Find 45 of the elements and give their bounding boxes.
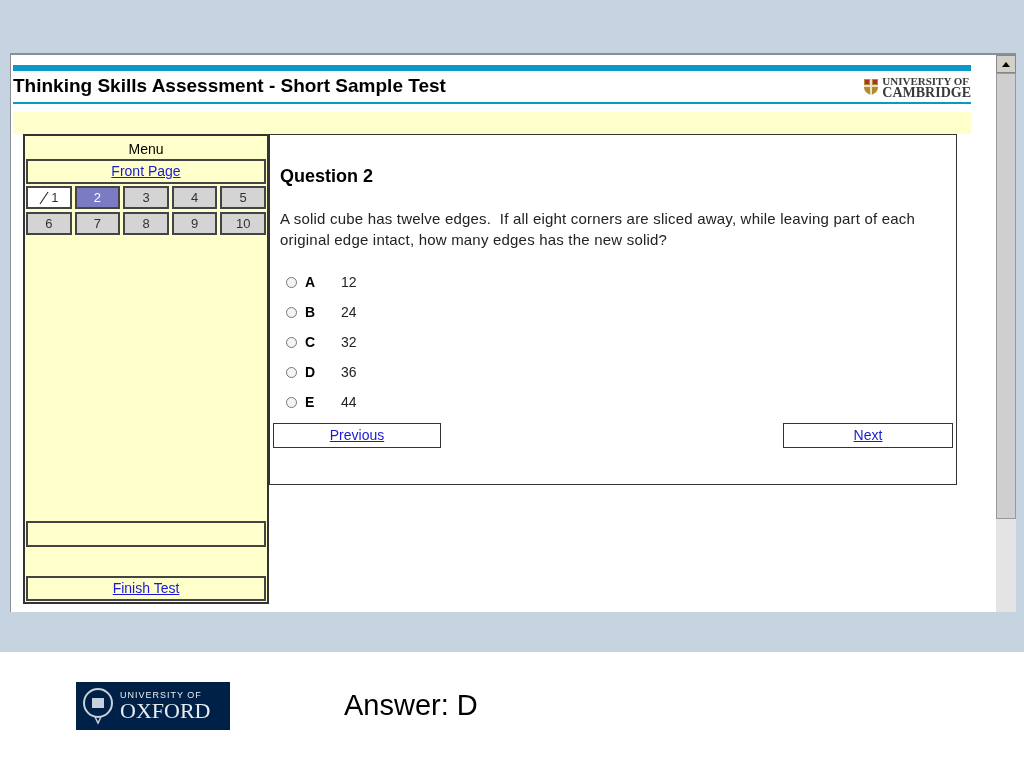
question-number-button[interactable]: 1 — [26, 186, 72, 209]
option-value: 36 — [341, 363, 357, 382]
question-number-button[interactable]: 10 — [220, 212, 266, 235]
question-number-button[interactable]: 8 — [123, 212, 169, 235]
radio-button[interactable] — [286, 277, 297, 288]
scrollbar[interactable] — [996, 55, 1016, 612]
shield-icon — [863, 77, 880, 96]
option-letter: D — [305, 363, 317, 382]
option-letter: C — [305, 333, 317, 352]
slash-icon — [39, 190, 50, 205]
question-number-button[interactable]: 5 — [220, 186, 266, 209]
question-number-button[interactable]: 6 — [26, 212, 72, 235]
question-text: A solid cube has twelve edges. If all eight corners are sliced away, while leaving part of each original edge intact, how many edges has the new solid? — [280, 209, 917, 250]
up-arrow-icon — [1002, 61, 1010, 67]
crest-icon — [82, 686, 114, 726]
logo-text: UNIVERSITY OF — [882, 74, 971, 87]
scroll-up-button[interactable] — [996, 55, 1016, 73]
question-number-button[interactable]: 9 — [171, 212, 218, 235]
scroll-thumb[interactable] — [996, 73, 1016, 519]
radio-button[interactable] — [286, 367, 297, 378]
question-number-button[interactable]: 3 — [123, 186, 169, 209]
option-value: 24 — [341, 303, 357, 322]
option-value: 32 — [341, 333, 357, 352]
menu-title: Menu — [127, 140, 165, 158]
question-number-button[interactable]: 4 — [171, 186, 218, 209]
question-number-button[interactable]: 7 — [74, 212, 121, 235]
finish-test-link[interactable]: Finish Test — [112, 578, 180, 599]
radio-button[interactable] — [286, 307, 297, 318]
question-number-button[interactable]: 2 — [74, 186, 121, 209]
logo-text: UNIVERSITY OF — [120, 690, 203, 700]
page-title: Thinking Skills Assessment - Short Sample Test — [13, 74, 446, 99]
radio-button[interactable] — [286, 337, 297, 348]
option-letter: B — [305, 303, 317, 322]
option-value: 12 — [341, 273, 357, 292]
previous-button[interactable]: Previous — [273, 423, 441, 448]
logo-text: OXFORD — [120, 699, 211, 722]
logo-text: CAMBRIDGE — [882, 86, 971, 99]
question-heading: Question 2 — [280, 165, 374, 188]
next-button[interactable]: Next — [783, 423, 953, 448]
answer-text: Answer: D — [344, 688, 478, 724]
front-page-link[interactable]: Front Page — [111, 161, 181, 182]
option-letter: A — [305, 273, 317, 292]
option-value: 44 — [341, 393, 357, 412]
option-letter: E — [305, 393, 316, 412]
radio-button[interactable] — [286, 397, 297, 408]
